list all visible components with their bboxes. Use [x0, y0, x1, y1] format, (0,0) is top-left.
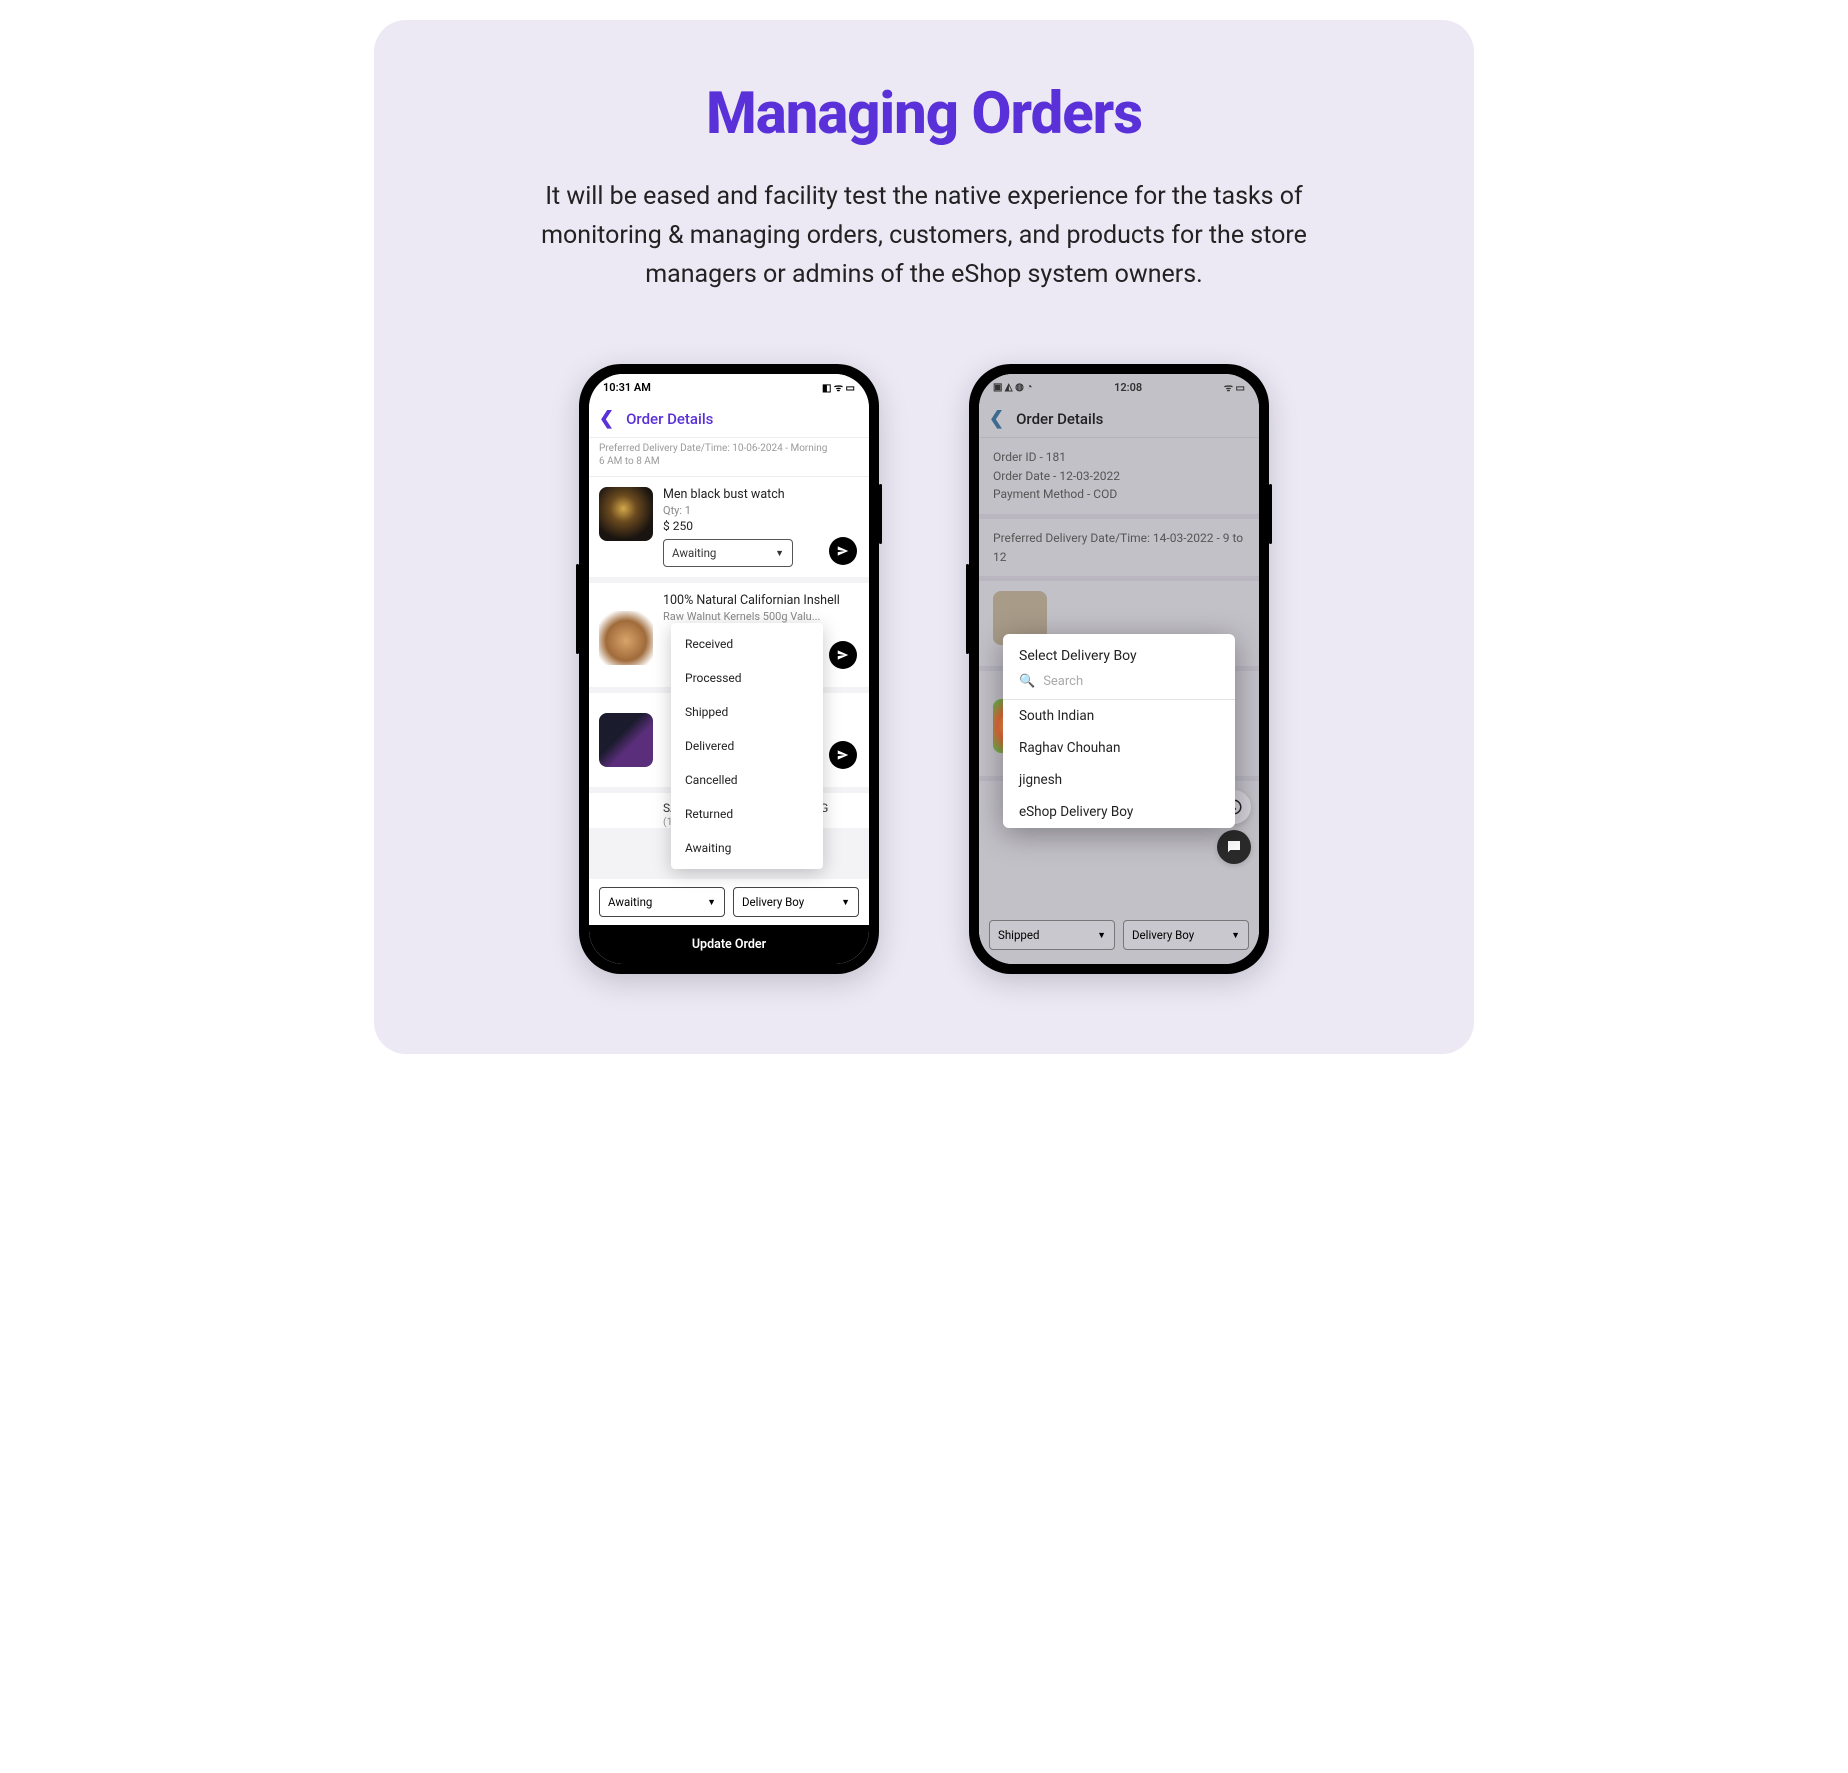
- app-header: ❮ Order Details: [979, 400, 1259, 438]
- delivery-boy-option[interactable]: eShop Delivery Boy: [1003, 796, 1235, 828]
- product-thumbnail[interactable]: [599, 713, 653, 767]
- preferred-line1: Preferred Delivery Date/Time: 10-06-2024…: [599, 442, 859, 455]
- preferred-delivery-text: Preferred Delivery Date/Time: 10-06-2024…: [589, 438, 869, 477]
- delivery-boy-select[interactable]: Delivery Boy ▼: [1123, 920, 1249, 950]
- hero-title: Managing Orders: [424, 80, 1424, 148]
- order-id: Order ID - 181: [993, 448, 1245, 467]
- chevron-down-icon: ▼: [841, 897, 850, 908]
- item-status-value: Awaiting: [672, 546, 716, 560]
- back-icon[interactable]: ❮: [989, 408, 1004, 429]
- status-option-received[interactable]: Received: [671, 627, 823, 661]
- status-icons-right: ᯤ ▭: [1224, 380, 1245, 394]
- phone-side-button: [576, 564, 579, 654]
- delivery-boy-option[interactable]: jignesh: [1003, 764, 1235, 796]
- item-status-select[interactable]: Awaiting ▼: [663, 539, 793, 567]
- phones-row: 10:31 AM ◧ ᯤ ▭ ❮ Order Details Preferred…: [424, 364, 1424, 974]
- chevron-down-icon: ▼: [707, 897, 716, 908]
- status-option-awaiting[interactable]: Awaiting: [671, 831, 823, 865]
- dialog-title: Select Delivery Boy: [1003, 634, 1235, 670]
- page-title: Order Details: [1016, 410, 1103, 428]
- chevron-down-icon: ▼: [1231, 930, 1240, 941]
- status-time: 12:08: [1114, 381, 1142, 394]
- status-bar: 10:31 AM ◧ ᯤ ▭: [589, 374, 869, 400]
- status-time: 10:31 AM: [603, 381, 651, 394]
- search-icon: 🔍: [1019, 674, 1035, 689]
- bottom-controls: Shipped ▼ Delivery Boy ▼: [979, 912, 1259, 958]
- product-name: Men black bust watch: [663, 487, 859, 502]
- phone-right-screen: ▣ ◭ ◍ ◔ 12:08 ᯤ ▭ ❮ Order Details Order …: [979, 374, 1259, 964]
- back-icon[interactable]: ❮: [599, 408, 614, 429]
- phone-side-button: [1269, 484, 1272, 544]
- status-option-returned[interactable]: Returned: [671, 797, 823, 831]
- delivery-boy-option[interactable]: Raghav Chouhan: [1003, 732, 1235, 764]
- product-thumbnail[interactable]: [599, 611, 653, 665]
- page-title: Order Details: [626, 410, 713, 428]
- hero-subtitle: It will be eased and facility test the n…: [484, 178, 1364, 294]
- status-dropdown: Received Processed Shipped Delivered Can…: [671, 623, 823, 869]
- chevron-down-icon: ▼: [775, 548, 784, 559]
- promo-canvas: Managing Orders It will be eased and fac…: [374, 20, 1474, 1054]
- order-status-select[interactable]: Awaiting ▼: [599, 887, 725, 917]
- preferred-delivery-block: Preferred Delivery Date/Time: 14-03-2022…: [979, 519, 1259, 581]
- dialog-search[interactable]: 🔍 Search: [1003, 670, 1235, 700]
- phone-left: 10:31 AM ◧ ᯤ ▭ ❮ Order Details Preferred…: [579, 364, 879, 974]
- select-delivery-boy-dialog: Select Delivery Boy 🔍 Search South India…: [1003, 634, 1235, 828]
- order-content: Order ID - 181 Order Date - 12-03-2022 P…: [979, 438, 1259, 964]
- order-date: Order Date - 12-03-2022: [993, 467, 1245, 486]
- status-icons: ◧ ᯤ ▭: [822, 380, 855, 394]
- delivery-boy-option[interactable]: South Indian: [1003, 700, 1235, 732]
- delivery-boy-select[interactable]: Delivery Boy ▼: [733, 887, 859, 917]
- status-option-processed[interactable]: Processed: [671, 661, 823, 695]
- status-option-shipped[interactable]: Shipped: [671, 695, 823, 729]
- payment-method: Payment Method - COD: [993, 485, 1245, 504]
- chevron-down-icon: ▼: [1097, 930, 1106, 941]
- message-button[interactable]: [1217, 830, 1251, 864]
- status-option-cancelled[interactable]: Cancelled: [671, 763, 823, 797]
- delivery-boy-value: Delivery Boy: [742, 895, 804, 909]
- order-content: Preferred Delivery Date/Time: 10-06-2024…: [589, 438, 869, 964]
- order-status-select[interactable]: Shipped ▼: [989, 920, 1115, 950]
- order-item: Men black bust watch Qty: 1 $ 250 Awaiti…: [589, 477, 869, 583]
- product-thumbnail[interactable]: [599, 487, 653, 541]
- preferred-line2: 6 AM to 8 AM: [599, 455, 859, 468]
- status-icons-left: ▣ ◭ ◍ ◔: [993, 382, 1032, 393]
- product-name-line2: Raw Walnut Kernels 500g Valu...: [663, 610, 859, 623]
- phone-side-button: [879, 484, 882, 544]
- bottom-controls: Awaiting ▼ Delivery Boy ▼ Update Order: [589, 879, 869, 964]
- preferred-line1: Preferred Delivery Date/Time: 14-03-2022…: [993, 529, 1245, 548]
- order-info-block: Order ID - 181 Order Date - 12-03-2022 P…: [979, 438, 1259, 519]
- order-status-value: Shipped: [998, 928, 1039, 942]
- app-header: ❮ Order Details: [589, 400, 869, 438]
- delivery-boy-value: Delivery Boy: [1132, 928, 1194, 942]
- status-option-delivered[interactable]: Delivered: [671, 729, 823, 763]
- search-placeholder: Search: [1043, 674, 1083, 689]
- status-bar: ▣ ◭ ◍ ◔ 12:08 ᯤ ▭: [979, 374, 1259, 400]
- order-status-value: Awaiting: [608, 895, 652, 909]
- preferred-line2: 12: [993, 548, 1245, 567]
- product-qty: Qty: 1: [663, 504, 859, 517]
- phone-right: ▣ ◭ ◍ ◔ 12:08 ᯤ ▭ ❮ Order Details Order …: [969, 364, 1269, 974]
- update-order-button[interactable]: Update Order: [589, 925, 869, 964]
- product-name: 100% Natural Californian Inshell: [663, 593, 859, 608]
- product-price: $ 250: [663, 519, 859, 533]
- phone-side-button: [966, 564, 969, 654]
- phone-left-screen: 10:31 AM ◧ ᯤ ▭ ❮ Order Details Preferred…: [589, 374, 869, 964]
